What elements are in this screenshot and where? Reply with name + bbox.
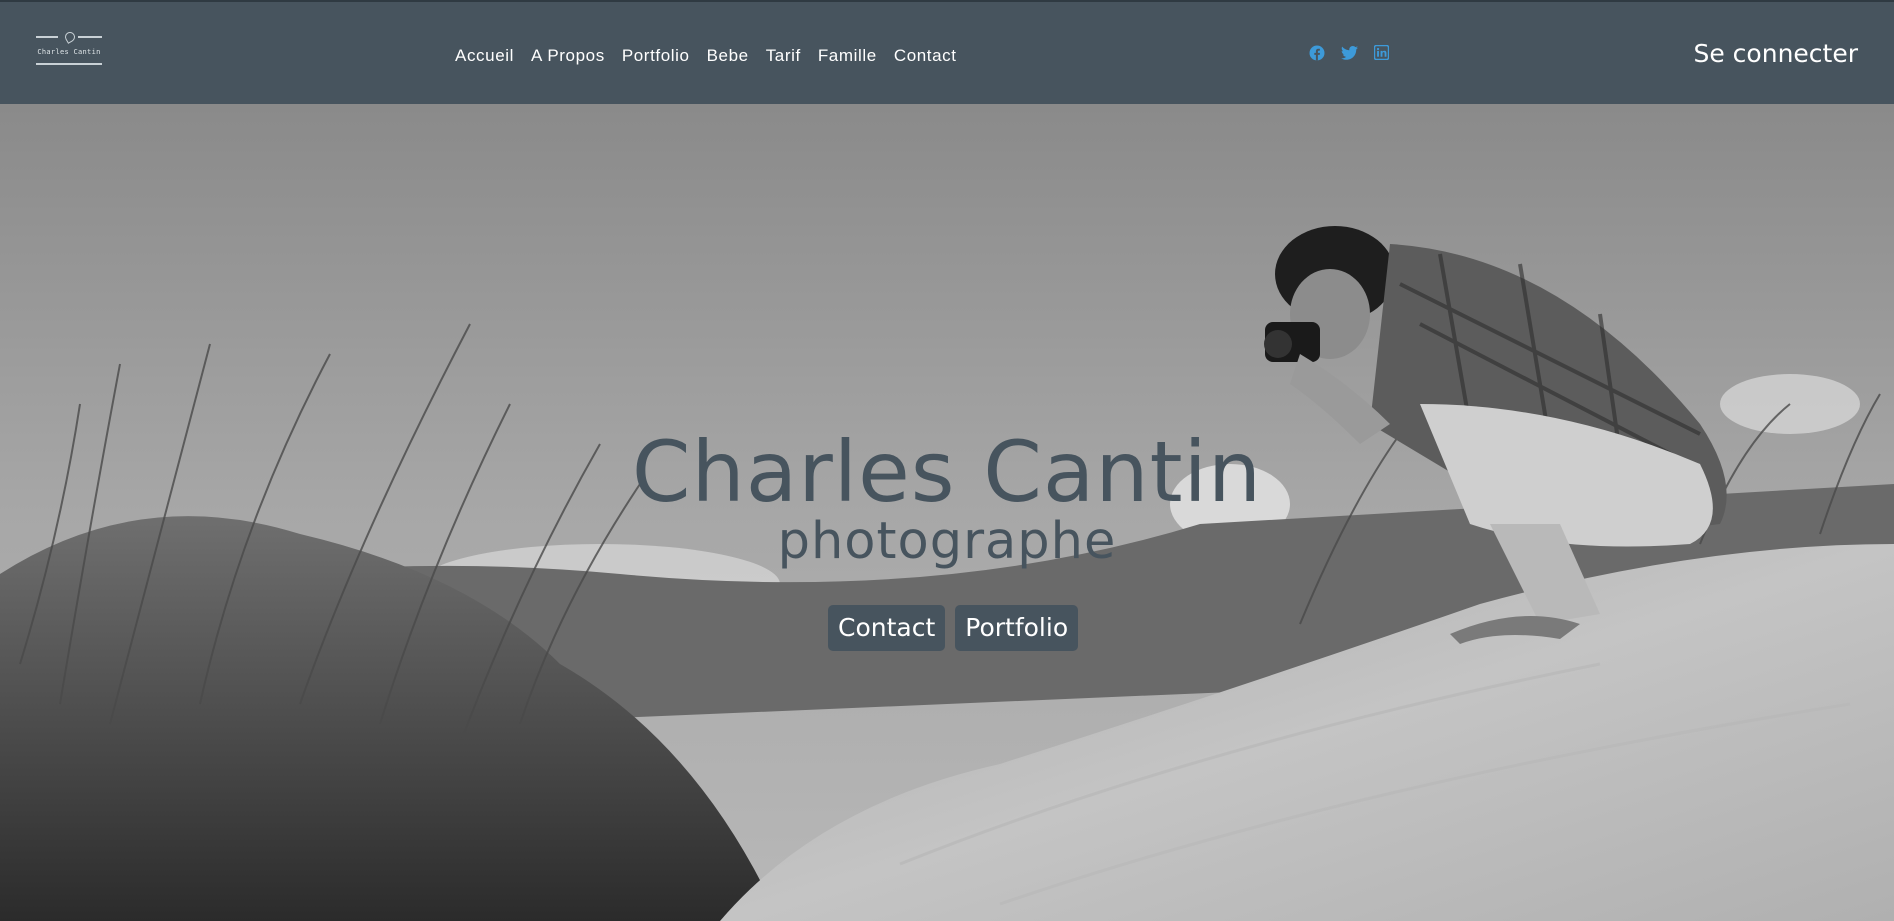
logo-line-left <box>36 36 58 38</box>
site-logo[interactable]: Charles Cantin <box>36 30 102 70</box>
hero-section: Charles Cantin photographe Contact Portf… <box>0 104 1894 921</box>
social-links <box>1309 45 1389 61</box>
nav-item-famille[interactable]: Famille <box>818 46 877 66</box>
nav-item-accueil[interactable]: Accueil <box>455 46 514 66</box>
linkedin-icon[interactable] <box>1374 45 1389 61</box>
nav-item-portfolio[interactable]: Portfolio <box>622 46 690 66</box>
twitter-icon[interactable] <box>1341 45 1358 61</box>
logo-bird-icon <box>63 30 77 44</box>
hero-title: Charles Cantin <box>631 423 1263 521</box>
logo-line-right <box>78 36 102 38</box>
nav-item-contact[interactable]: Contact <box>894 46 957 66</box>
facebook-icon[interactable] <box>1309 45 1325 61</box>
hero-buttons: Contact Portfolio <box>828 605 1079 651</box>
hero-contact-button[interactable]: Contact <box>828 605 946 651</box>
logo-underline <box>36 63 102 65</box>
main-nav: Accueil A Propos Portfolio Bebe Tarif Fa… <box>455 46 957 66</box>
login-link[interactable]: Se connecter <box>1693 38 1858 70</box>
nav-item-a-propos[interactable]: A Propos <box>531 46 605 66</box>
hero-portfolio-button[interactable]: Portfolio <box>955 605 1079 651</box>
nav-item-bebe[interactable]: Bebe <box>707 46 749 66</box>
nav-item-tarif[interactable]: Tarif <box>766 46 801 66</box>
hero-subtitle: photographe <box>777 512 1117 571</box>
logo-text: Charles Cantin <box>37 48 101 56</box>
site-header: Charles Cantin Accueil A Propos Portfoli… <box>0 0 1894 104</box>
